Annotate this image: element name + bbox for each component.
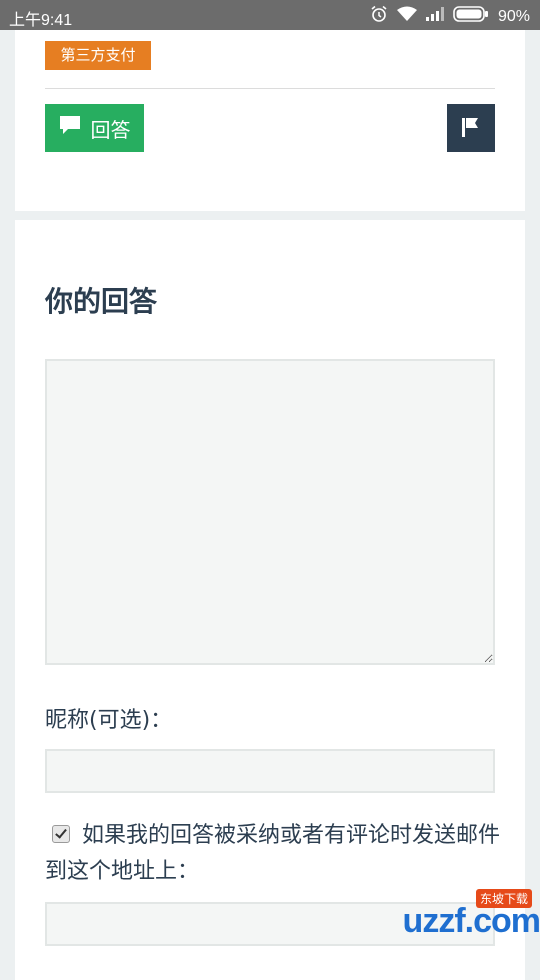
notify-checkbox[interactable] — [52, 825, 70, 843]
answer-form-card: 你的回答 昵称(可选)： 如果我的回答被采纳或者有评论时发送邮件到这个地址上： — [15, 220, 525, 980]
battery-percent: 90% — [497, 7, 530, 25]
battery-icon — [453, 6, 489, 27]
watermark-logo: 东坡下载 uzzf.com — [352, 883, 540, 960]
nickname-label: 昵称(可选)： — [45, 708, 173, 733]
question-card: 第三方支付 回答 — [15, 30, 525, 211]
status-time: 上午9:41 — [9, 12, 73, 29]
alarm-icon — [370, 5, 388, 28]
watermark-badge: 东坡下载 — [475, 889, 532, 908]
answer-textarea[interactable] — [45, 359, 495, 665]
divider — [45, 88, 495, 89]
status-bar: 上午9:41 90% — [0, 0, 540, 30]
signal-icon — [425, 7, 444, 26]
notify-option: 如果我的回答被采纳或者有评论时发送邮件到这个地址上： — [45, 818, 505, 890]
status-icons: 90% — [370, 5, 530, 28]
answer-button[interactable]: 回答 — [45, 104, 144, 152]
flag-button[interactable] — [447, 104, 495, 152]
notify-label: 如果我的回答被采纳或者有评论时发送邮件到这个地址上： — [45, 823, 501, 884]
flag-icon — [461, 116, 481, 141]
wifi-icon — [396, 6, 417, 27]
section-title: 你的回答 — [45, 285, 158, 318]
nickname-input[interactable] — [45, 749, 495, 793]
question-tag[interactable]: 第三方支付 — [45, 41, 151, 70]
answer-button-label: 回答 — [90, 119, 131, 142]
chat-bubble-icon — [59, 115, 81, 141]
